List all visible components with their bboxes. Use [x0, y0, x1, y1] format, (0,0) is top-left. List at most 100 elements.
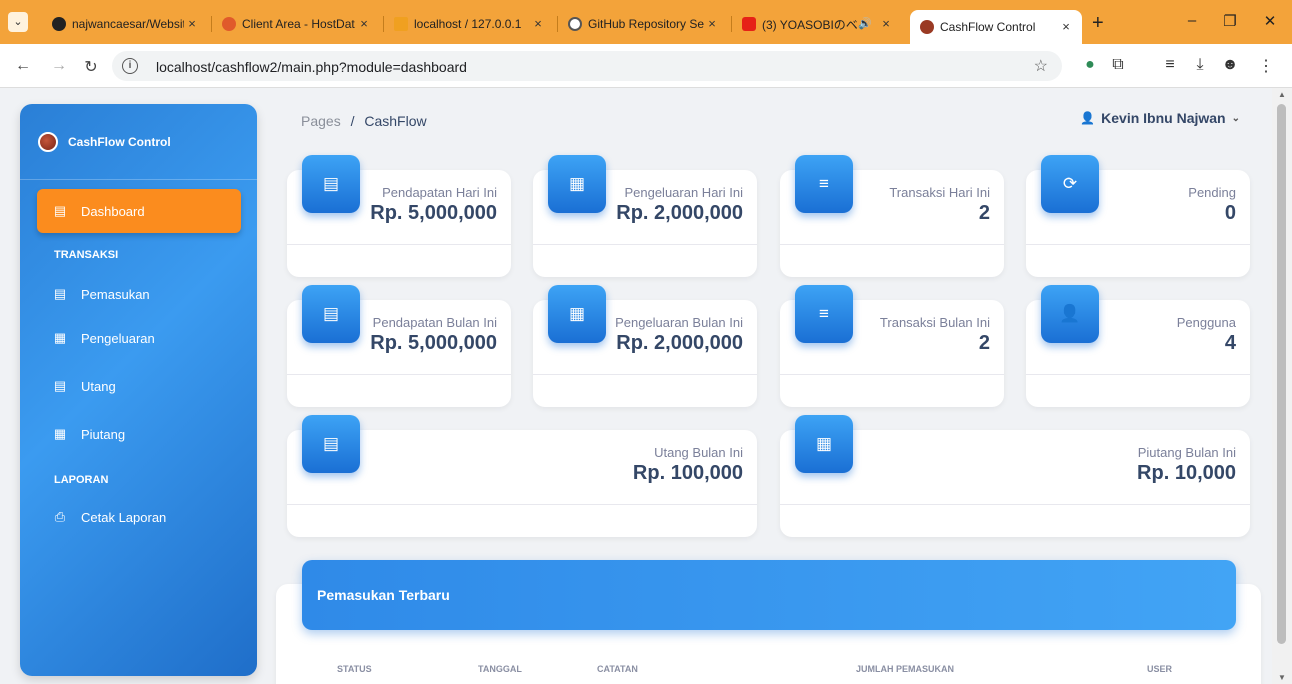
extensions-puzzle-icon[interactable]: ⧉ [1108, 56, 1128, 74]
site-info-icon[interactable]: i [122, 58, 138, 74]
tab-separator [731, 16, 732, 32]
card-divider [287, 244, 511, 245]
column-header-catatan[interactable]: CATATAN [597, 664, 638, 674]
tab-separator [211, 16, 212, 32]
card-value: Rp. 2,000,000 [616, 202, 743, 224]
breadcrumb-root[interactable]: Pages [301, 113, 341, 129]
media-queue-icon[interactable]: ≡ [1160, 56, 1180, 74]
sidebar-item-piutang[interactable]: ▦ Piutang [37, 412, 241, 456]
column-header-user[interactable]: USER [1147, 664, 1172, 674]
tab-close-icon[interactable]: × [356, 14, 372, 34]
bookmark-star-icon[interactable]: ☆ [1034, 56, 1048, 76]
menu-kebab-icon[interactable]: ⋮ [1256, 56, 1276, 76]
tab-close-icon[interactable]: × [530, 14, 546, 34]
receipt-icon: ▦ [795, 415, 853, 473]
user-icon: 👤 [1080, 111, 1096, 125]
browser-tab-phpmyadmin[interactable]: localhost / 127.0.0.1 × [394, 14, 546, 34]
breadcrumb-current: CashFlow [364, 113, 427, 129]
stat-card-transaksi-bulan: ≡ Transaksi Bulan Ini 2 [780, 285, 1004, 407]
card-label: Pengguna [1176, 315, 1236, 330]
tab-close-icon[interactable]: × [704, 14, 720, 34]
wallet-icon: ▤ [302, 415, 360, 473]
tab-close-icon[interactable]: × [184, 14, 200, 34]
sidebar-item-pemasukan[interactable]: ▤ Pemasukan [37, 272, 241, 316]
browser-tab-github-search[interactable]: GitHub Repository Se × [568, 14, 720, 34]
cloud-icon [222, 17, 236, 31]
scroll-thumb[interactable] [1277, 104, 1286, 644]
back-arrow-icon[interactable]: ← [14, 57, 32, 75]
tab-separator [557, 16, 558, 32]
scroll-up-icon[interactable]: ▲ [1278, 90, 1286, 99]
card-value: 2 [978, 332, 990, 354]
brand[interactable]: CashFlow Control [38, 132, 171, 152]
chevron-down-icon: ⌄ [1231, 112, 1240, 124]
forward-arrow-icon[interactable]: → [50, 57, 68, 75]
reload-icon[interactable]: ↻ [82, 57, 100, 77]
browser-tab-github[interactable]: najwancaesar/Websit × [52, 14, 200, 34]
browser-tab-youtube[interactable]: (3) YOASOBIのベ 🔊 × [742, 14, 894, 34]
card-label: Pendapatan Hari Ini [382, 185, 497, 200]
minimize-icon[interactable]: – [1182, 12, 1202, 29]
card-label: Pengeluaran Hari Ini [624, 185, 743, 200]
breadcrumb-separator: / [350, 113, 355, 129]
sidebar-item-label: Dashboard [81, 203, 145, 219]
card-divider [1026, 374, 1250, 375]
extension-globe-icon[interactable]: ● [1080, 56, 1100, 74]
card-label: Utang Bulan Ini [654, 445, 743, 460]
tab-title: CashFlow Control [940, 20, 1036, 34]
card-value: Rp. 2,000,000 [616, 332, 743, 354]
tab-title: (3) YOASOBIのベ [762, 17, 858, 32]
sidebar-item-pengeluaran[interactable]: ▦ Pengeluaran [37, 316, 241, 360]
column-header-jumlah[interactable]: JUMLAH PEMASUKAN [856, 664, 954, 674]
wallet-icon: ▤ [53, 286, 67, 301]
profile-avatar-icon[interactable]: ☻ [1220, 56, 1240, 74]
tab-search-chevron-icon[interactable]: ⌄ [8, 12, 28, 32]
tab-close-icon[interactable]: × [878, 14, 894, 34]
card-divider [1026, 244, 1250, 245]
restore-icon[interactable]: ❐ [1220, 12, 1240, 30]
url-text[interactable]: localhost/cashflow2/main.php?module=dash… [156, 59, 467, 75]
brand-logo [38, 132, 58, 152]
receipt-icon: ▦ [548, 155, 606, 213]
card-divider [780, 244, 1004, 245]
sidebar-item-utang[interactable]: ▤ Utang [37, 364, 241, 408]
sidebar-item-cetak-laporan[interactable]: ⎙ Cetak Laporan [37, 495, 241, 539]
latest-income-header: Pemasukan Terbaru [302, 560, 1236, 630]
card-divider [780, 374, 1004, 375]
stat-card-transaksi-hari: ≡ Transaksi Hari Ini 2 [780, 155, 1004, 277]
tab-title: localhost / 127.0.0.1 [414, 17, 522, 31]
sidebar-item-label: Cetak Laporan [81, 509, 167, 525]
tab-title: najwancaesar/Websit [72, 17, 186, 31]
user-menu[interactable]: 👤 Kevin Ibnu Najwan ⌄ [1080, 110, 1240, 126]
page-scrollbar[interactable]: ▲ ▼ [1272, 88, 1292, 684]
wallet-icon: ▤ [53, 378, 67, 393]
new-tab-button[interactable]: + [1092, 12, 1104, 35]
card-value: Rp. 10,000 [1137, 462, 1236, 484]
receipt-icon: ▦ [53, 330, 67, 345]
download-icon[interactable]: ⤓ [1190, 56, 1210, 74]
table-title: Pemasukan Terbaru [317, 587, 450, 603]
cashflow-favicon-icon [920, 20, 934, 34]
card-label: Pending [1188, 185, 1236, 200]
card-label: Pengeluaran Bulan Ini [615, 315, 743, 330]
breadcrumb: Pages / CashFlow [301, 113, 427, 129]
column-header-status[interactable]: STATUS [337, 664, 372, 674]
browser-tab-cashflow[interactable]: CashFlow Control × [910, 10, 1082, 44]
page-viewport: CashFlow Control ▤ Dashboard TRANSAKSI ▤… [0, 88, 1272, 684]
sidebar-section-transaksi: TRANSAKSI [54, 249, 119, 261]
speaker-icon[interactable]: 🔊 [858, 17, 872, 30]
sidebar-item-dashboard[interactable]: ▤ Dashboard [37, 189, 241, 233]
card-label: Transaksi Bulan Ini [879, 315, 990, 330]
card-value: Rp. 5,000,000 [370, 332, 497, 354]
stat-card-pengeluaran-bulan: ▦ Pengeluaran Bulan Ini Rp. 2,000,000 [533, 285, 757, 407]
sidebar-item-label: Pengeluaran [81, 330, 155, 346]
tab-close-icon[interactable]: × [1058, 17, 1074, 37]
address-bar[interactable]: i localhost/cashflow2/main.php?module=da… [112, 51, 1062, 81]
user-icon: 👤 [1041, 285, 1099, 343]
scroll-down-icon[interactable]: ▼ [1278, 673, 1286, 682]
stat-card-pengeluaran-hari: ▦ Pengeluaran Hari Ini Rp. 2,000,000 [533, 155, 757, 277]
close-window-icon[interactable]: ✕ [1260, 12, 1280, 30]
column-header-tanggal[interactable]: TANGGAL [478, 664, 522, 674]
sidebar-divider [20, 179, 257, 180]
browser-tab-hostdata[interactable]: Client Area - HostDat × [222, 14, 372, 34]
